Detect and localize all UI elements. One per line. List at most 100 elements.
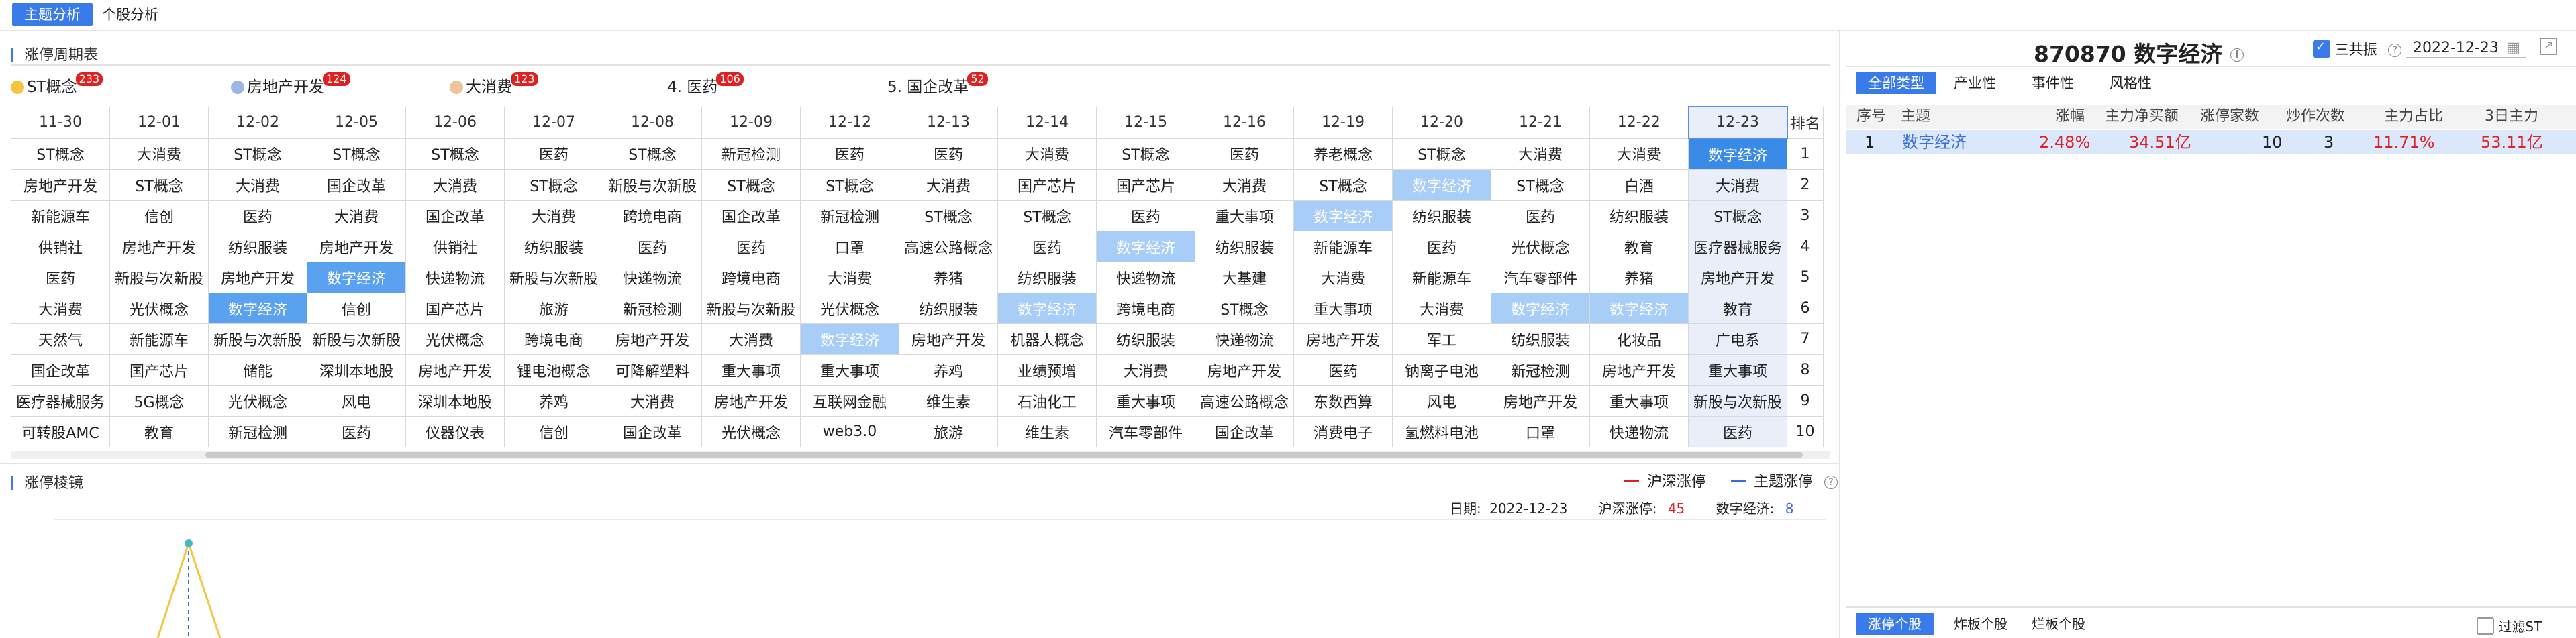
tab-limit-up-stocks[interactable]: 涨停个股 <box>1856 613 1934 635</box>
date-header[interactable]: 12-06 <box>405 106 505 139</box>
theme-cell[interactable]: 深圳本地股 <box>405 385 505 417</box>
theme-cell[interactable]: 国企改革 <box>603 416 702 447</box>
theme-cell[interactable]: 房地产开发 <box>1589 354 1689 386</box>
theme-cell[interactable]: 新股与次新股 <box>109 262 209 293</box>
type-tab-industry[interactable]: 产业性 <box>1942 72 2008 94</box>
filter-st-toggle[interactable]: 过滤ST <box>2477 616 2542 635</box>
theme-cell[interactable]: 纺织服装 <box>1392 200 1491 231</box>
theme-cell[interactable]: ST概念 <box>1688 200 1787 231</box>
theme-cell[interactable]: ST概念 <box>800 169 899 201</box>
theme-cell[interactable]: ST概念 <box>307 138 406 170</box>
theme-cell[interactable]: 光伏概念 <box>208 385 307 417</box>
theme-cell[interactable]: 重大事项 <box>701 354 801 386</box>
theme-cell[interactable]: 广电系 <box>1688 323 1787 355</box>
theme-cell[interactable]: ST概念 <box>109 169 209 201</box>
theme-cell[interactable]: 新股与次新股 <box>701 293 801 324</box>
theme-cell[interactable]: 医药 <box>1096 200 1195 231</box>
theme-cell[interactable]: 数字经济 <box>1589 293 1689 324</box>
theme-cell[interactable]: ST概念 <box>405 138 505 170</box>
theme-cell[interactable]: 医药 <box>701 231 801 262</box>
theme-cell[interactable]: 新股与次新股 <box>1688 385 1787 417</box>
theme-cell[interactable]: 高速公路概念 <box>899 231 998 262</box>
theme-cell[interactable]: 房地产开发 <box>11 169 110 201</box>
date-header[interactable]: 12-23 <box>1687 106 1788 139</box>
theme-cell[interactable]: 大消费 <box>899 169 998 201</box>
theme-cell[interactable]: 新冠检测 <box>208 416 307 447</box>
help-icon[interactable]: ? <box>1824 476 1838 489</box>
theme-cell[interactable]: 医疗器械服务 <box>1688 231 1787 262</box>
theme-cell[interactable]: 房地产开发 <box>1293 323 1393 355</box>
theme-cell[interactable]: 跨境电商 <box>504 323 603 355</box>
theme-cell[interactable]: ST概念 <box>997 200 1097 231</box>
date-header[interactable]: 12-01 <box>109 106 209 139</box>
type-tab-event[interactable]: 事件性 <box>2020 72 2086 94</box>
top-theme-4[interactable]: 4. 医药 106 <box>667 72 744 97</box>
tab-broken-board-stocks[interactable]: 炸板个股 <box>1942 613 2020 635</box>
theme-cell[interactable]: 数字经济 <box>997 293 1097 324</box>
theme-cell[interactable]: 氢燃料电池 <box>1392 416 1491 447</box>
theme-cell[interactable]: 数字经济 <box>208 293 307 324</box>
theme-cell[interactable]: 军工 <box>1392 323 1491 355</box>
theme-cell[interactable]: ST概念 <box>1392 138 1491 170</box>
theme-cell[interactable]: 信创 <box>307 293 406 324</box>
export-icon[interactable]: ↗ <box>2540 38 2557 55</box>
date-header[interactable]: 12-20 <box>1392 106 1491 139</box>
top-theme-5[interactable]: 5. 国企改革 52 <box>887 72 988 97</box>
theme-cell[interactable]: 房地产开发 <box>109 231 209 262</box>
theme-cell[interactable]: 纺织服装 <box>1589 200 1689 231</box>
theme-cell[interactable]: 医药 <box>800 138 899 170</box>
theme-cell[interactable]: 教育 <box>1688 293 1787 324</box>
theme-cell[interactable]: 储能 <box>208 354 307 386</box>
theme-cell[interactable]: 国企改革 <box>405 200 505 231</box>
theme-cell[interactable]: ST概念 <box>1491 169 1590 201</box>
three-board-toggle[interactable]: 三共振 ? <box>2313 39 2402 59</box>
date-header[interactable]: 12-19 <box>1293 106 1393 139</box>
theme-cell[interactable]: 口罩 <box>1491 416 1590 447</box>
theme-cell[interactable]: 可转股AMC <box>11 416 110 447</box>
date-header[interactable]: 12-08 <box>603 106 702 139</box>
theme-cell[interactable]: 医疗器械服务 <box>11 385 110 417</box>
theme-cell[interactable]: 大消费 <box>307 200 406 231</box>
theme-cell[interactable]: 维生素 <box>899 385 998 417</box>
theme-cell[interactable]: 新能源车 <box>11 200 110 231</box>
theme-cell[interactable]: 光伏概念 <box>800 293 899 324</box>
theme-cell[interactable]: 大消费 <box>1392 293 1491 324</box>
theme-cell[interactable]: 跨境电商 <box>1096 293 1195 324</box>
theme-cell[interactable]: 跨境电商 <box>701 262 801 293</box>
tab-weak-board-stocks[interactable]: 烂板个股 <box>2020 613 2097 635</box>
theme-cell[interactable]: ST概念 <box>11 138 110 170</box>
theme-cell[interactable]: 养猪 <box>899 262 998 293</box>
theme-cell[interactable]: 东数西算 <box>1293 385 1393 417</box>
theme-cell[interactable]: 风电 <box>1392 385 1491 417</box>
theme-cell[interactable]: 房地产开发 <box>1195 354 1294 386</box>
theme-cell[interactable]: 快递物流 <box>603 262 702 293</box>
theme-cell[interactable]: 大消费 <box>1688 169 1787 201</box>
theme-cell[interactable]: 石油化工 <box>997 385 1097 417</box>
theme-cell[interactable]: 快递物流 <box>405 262 505 293</box>
theme-cell[interactable]: 快递物流 <box>1096 262 1195 293</box>
theme-cell[interactable]: 大消费 <box>1589 138 1689 170</box>
theme-cell[interactable]: 大消费 <box>997 138 1097 170</box>
theme-cell[interactable]: 大消费 <box>11 293 110 324</box>
theme-cell[interactable]: web3.0 <box>800 416 899 447</box>
theme-cell[interactable]: 仪器仪表 <box>405 416 505 447</box>
theme-cell[interactable]: 医药 <box>1392 231 1491 262</box>
theme-cell[interactable]: 光伏概念 <box>405 323 505 355</box>
theme-cell[interactable]: 快递物流 <box>1195 323 1294 355</box>
theme-cell[interactable]: 房地产开发 <box>701 385 801 417</box>
theme-cell[interactable]: 供销社 <box>11 231 110 262</box>
theme-cell[interactable]: 新能源车 <box>1293 231 1393 262</box>
theme-cell[interactable]: 新冠检测 <box>701 138 801 170</box>
theme-cell[interactable]: 深圳本地股 <box>307 354 406 386</box>
theme-cell[interactable]: 纺织服装 <box>1096 323 1195 355</box>
theme-cell[interactable]: ST概念 <box>899 200 998 231</box>
theme-cell[interactable]: 数字经济 <box>1688 138 1787 170</box>
theme-cell[interactable]: 数字经济 <box>307 262 406 293</box>
filter-st-checkbox[interactable] <box>2477 617 2494 635</box>
theme-cell[interactable]: 房地产开发 <box>208 262 307 293</box>
theme-cell[interactable]: 维生素 <box>997 416 1097 447</box>
theme-cell[interactable]: 化妆品 <box>1589 323 1689 355</box>
type-tab-all[interactable]: 全部类型 <box>1856 72 1936 94</box>
date-header[interactable]: 12-16 <box>1195 106 1294 139</box>
theme-cell[interactable]: 新能源车 <box>109 323 209 355</box>
